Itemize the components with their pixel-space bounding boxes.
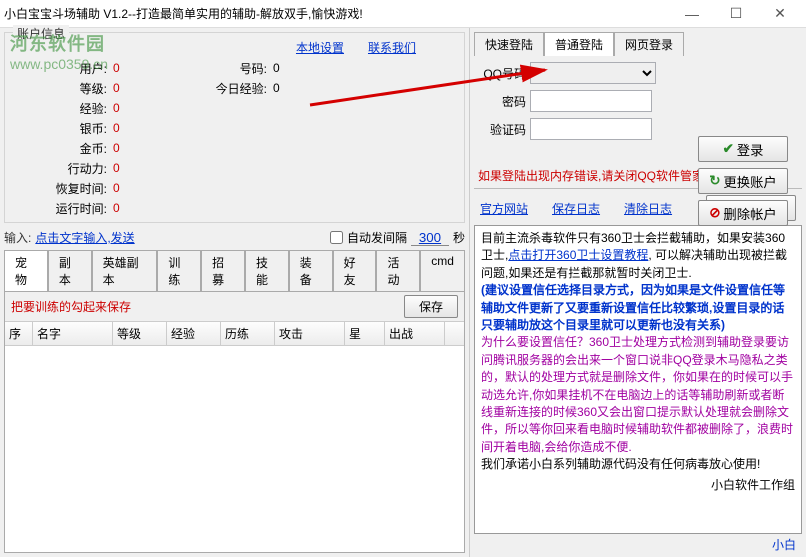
col-历练[interactable]: 历练 [221,322,275,345]
col-攻击[interactable]: 攻击 [275,322,345,345]
stat-value: 0 [113,101,193,115]
input-hint[interactable]: 点击文字输入,发送 [35,229,134,246]
stat-value: 0 [113,81,193,95]
close-button[interactable]: ✕ [758,1,802,27]
login-tab-0[interactable]: 快速登陆 [474,32,544,56]
interval-unit: 秒 [453,229,465,246]
col-序[interactable]: 序 [5,322,33,345]
col-经验[interactable]: 经验 [167,322,221,345]
window-title: 小白宝宝斗场辅助 V1.2--打造最简单实用的辅助-解放双手,愉快游戏! [4,5,670,22]
stat-label: 今日经验: [193,80,273,97]
tab-cmd[interactable]: cmd [420,250,465,291]
captcha-input[interactable] [530,118,652,140]
main-tabs: 宠物副本英雄副本训练招募技能装备好友活动cmd [4,250,465,291]
stat-value: 0 [113,61,193,75]
maximize-button[interactable]: ☐ [714,1,758,27]
local-settings-link[interactable]: 本地设置 [296,39,344,56]
qq-select[interactable] [530,62,656,84]
tab-好友[interactable]: 好友 [333,250,377,291]
stat-value: 0 [273,61,353,75]
pwd-input[interactable] [530,90,652,112]
tutorial-link[interactable]: 点击打开360卫士设置教程 [508,248,648,262]
col-出战[interactable]: 出战 [385,322,445,345]
stat-value: 0 [113,201,193,215]
pwd-label: 密码 [474,93,526,110]
col-等级[interactable]: 等级 [113,322,167,345]
contact-us-link[interactable]: 联系我们 [368,39,416,56]
stat-value: 0 [113,121,193,135]
tab-英雄副本[interactable]: 英雄副本 [92,250,158,291]
auto-send-checkbox[interactable]: 自动发间隔 [330,229,407,246]
log-signature: 小白软件工作组 [481,477,795,494]
login-tab-1[interactable]: 普通登陆 [544,32,614,56]
col-星[interactable]: 星 [345,322,385,345]
stat-value: 0 [113,181,193,195]
tab-活动[interactable]: 活动 [376,250,420,291]
change-account-button[interactable]: ↻ 更换账户 [698,168,788,194]
save-button[interactable]: 保存 [404,295,458,318]
footer-text: 小白 [474,534,802,553]
check-icon: ✔ [723,141,734,157]
stat-value: 0 [113,141,193,155]
interval-input[interactable] [411,230,449,246]
stat-label: 恢复时间: [13,180,113,197]
table-body [5,346,464,552]
refresh-icon: ↻ [709,173,720,189]
save-hint-text: 把要训练的勾起来保存 [11,298,404,315]
stat-value: 0 [113,161,193,175]
stat-value: 0 [273,81,353,95]
tab-宠物[interactable]: 宠物 [4,250,48,291]
login-button[interactable]: ✔ 登录 [698,136,788,162]
input-label: 输入: [4,229,31,246]
stat-label: 行动力: [13,160,113,177]
log-box: 目前主流杀毒软件只有360卫士会拦截辅助，如果安装360卫士,点击打开360卫士… [474,225,802,534]
qq-label: QQ号码 [474,65,526,82]
official-site-link[interactable]: 官方网站 [480,200,528,217]
stat-label: 运行时间: [13,200,113,217]
stat-label: 号码: [193,60,273,77]
delete-account-button[interactable]: ⊘ 删除帐户 [698,200,788,226]
tab-训练[interactable]: 训练 [157,250,201,291]
minimize-button[interactable]: — [670,1,714,27]
stat-label: 银币: [13,120,113,137]
stat-label: 经验: [13,100,113,117]
tab-技能[interactable]: 技能 [245,250,289,291]
forbid-icon: ⊘ [709,205,720,221]
stat-label: 金币: [13,140,113,157]
login-tabs: 快速登陆普通登陆网页登录 [474,32,802,56]
table-header: 序名字等级经验历练攻击星出战 [5,322,464,346]
tab-招募[interactable]: 招募 [201,250,245,291]
save-log-link[interactable]: 保存日志 [552,200,600,217]
captcha-label: 验证码 [474,121,526,138]
watermark: 河东软件园 www.pc0359.cn [10,30,108,72]
tab-装备[interactable]: 装备 [289,250,333,291]
login-tab-2[interactable]: 网页登录 [614,32,684,56]
col-名字[interactable]: 名字 [33,322,113,345]
stat-label: 等级: [13,80,113,97]
tab-副本[interactable]: 副本 [48,250,92,291]
clear-log-link[interactable]: 清除日志 [624,200,672,217]
